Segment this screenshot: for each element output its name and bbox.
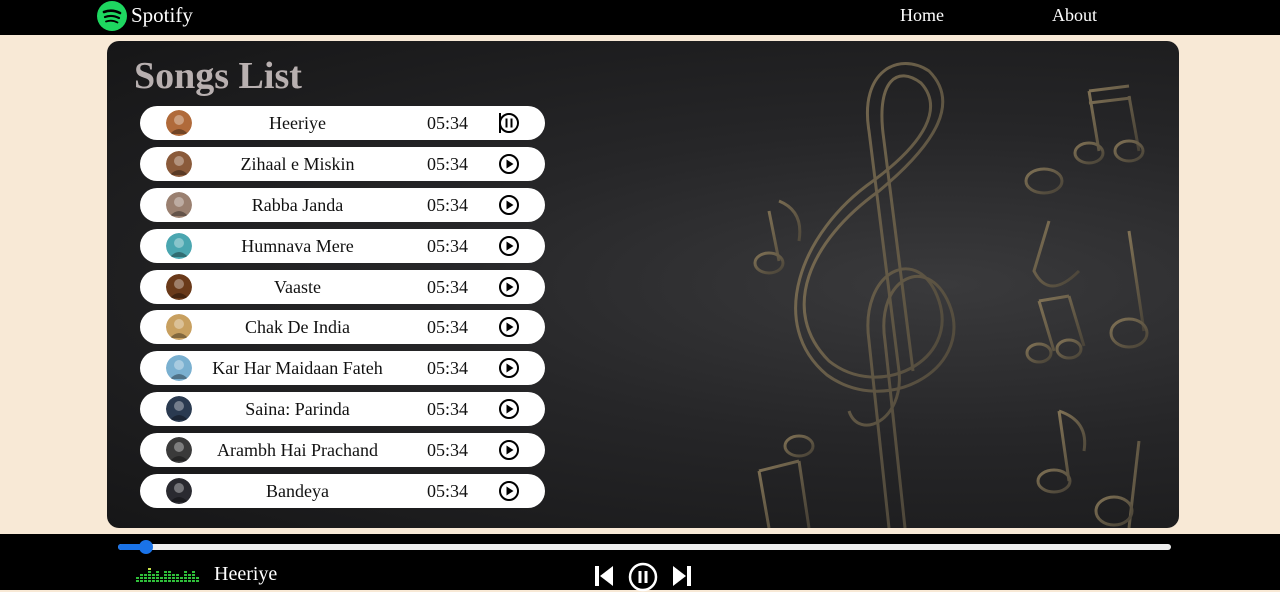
song-cover-image xyxy=(166,191,192,218)
song-duration: 05:34 xyxy=(427,399,469,420)
song-item[interactable]: Heeriye 05:34 xyxy=(140,106,545,140)
song-name: Heeriye xyxy=(269,113,326,133)
song-name: Vaaste xyxy=(274,276,321,297)
logo[interactable]: Spotify xyxy=(97,0,193,31)
song-name: Arambh Hai Prachand xyxy=(217,440,378,461)
song-cover-image xyxy=(166,232,192,259)
song-play-icon[interactable] xyxy=(498,316,520,338)
brand-name: Spotify xyxy=(131,3,193,27)
song-name: Chak De India xyxy=(245,317,350,338)
song-cover-image xyxy=(166,150,192,177)
songs-container: Songs List Heeriye 05:34 Zihaal e Miskin 05… xyxy=(107,41,1179,528)
song-name: Bandeya xyxy=(266,481,329,502)
song-name: Kar Har Maidaan Fateh xyxy=(212,358,383,379)
spotify-logo-icon xyxy=(97,0,127,31)
previous-icon[interactable] xyxy=(594,564,614,588)
song-duration: 05:34 xyxy=(427,317,469,338)
song-cover-image xyxy=(166,437,192,464)
song-play-icon[interactable] xyxy=(498,276,520,298)
song-cover-image xyxy=(166,314,192,341)
song-duration: 05:34 xyxy=(427,276,469,297)
song-cover-image xyxy=(166,478,192,505)
song-name: Saina: Parinda xyxy=(245,399,350,420)
song-item[interactable]: Chak De India 05:34 xyxy=(140,310,545,345)
pause-icon[interactable] xyxy=(628,562,658,592)
progress-thumb[interactable] xyxy=(139,540,154,554)
song-item[interactable]: Rabba Janda 05:34 xyxy=(140,187,545,222)
song-duration: 05:34 xyxy=(427,481,469,502)
player-bar: Heeriye xyxy=(0,534,1280,592)
song-cover-image xyxy=(166,273,192,300)
nav-home-link[interactable]: Home xyxy=(900,5,944,26)
navbar: Spotify Home About xyxy=(0,0,1280,35)
song-duration: 05:34 xyxy=(427,235,469,256)
song-play-icon[interactable] xyxy=(498,439,520,461)
music-notes-background xyxy=(753,62,1149,528)
progress-bar[interactable] xyxy=(118,540,1171,554)
song-item[interactable]: Zihaal e Miskin 05:34 xyxy=(140,146,545,181)
songs-list-title: Songs List xyxy=(134,55,302,97)
song-item[interactable]: Arambh Hai Prachand 05:34 xyxy=(140,433,545,468)
song-list: Heeriye 05:34 Zihaal e Miskin 05:34 Rabba Ja… xyxy=(140,106,545,515)
song-cover-image xyxy=(166,396,192,423)
song-cover-image xyxy=(166,355,192,382)
song-name: Rabba Janda xyxy=(251,194,344,215)
song-duration: 05:34 xyxy=(427,194,469,215)
now-playing-title: Heeriye xyxy=(214,563,278,585)
song-item[interactable]: Humnava Mere 05:34 xyxy=(140,228,545,263)
song-play-icon[interactable] xyxy=(498,357,520,379)
song-item[interactable]: Kar Har Maidaan Fateh 05:34 xyxy=(140,351,545,386)
song-play-icon[interactable] xyxy=(498,153,520,175)
song-item[interactable]: Bandeya 05:34 xyxy=(140,474,545,509)
song-play-icon[interactable] xyxy=(498,194,520,216)
song-item[interactable]: Saina: Parinda 05:34 xyxy=(140,392,545,427)
song-cover-image xyxy=(166,110,192,136)
song-play-icon[interactable] xyxy=(498,398,520,420)
song-item[interactable]: Vaaste 05:34 xyxy=(140,269,545,304)
next-icon[interactable] xyxy=(672,564,692,588)
song-name: Zihaal e Miskin xyxy=(240,153,355,174)
equalizer-icon xyxy=(136,568,199,582)
song-duration: 05:34 xyxy=(427,113,469,133)
nav-about-link[interactable]: About xyxy=(1052,5,1097,26)
song-play-icon[interactable] xyxy=(498,235,520,257)
song-play-icon[interactable] xyxy=(498,480,520,502)
song-duration: 05:34 xyxy=(427,153,469,174)
song-name: Humnava Mere xyxy=(241,235,354,256)
song-duration: 05:34 xyxy=(427,440,469,461)
song-duration: 05:34 xyxy=(427,358,469,379)
song-pause-icon[interactable] xyxy=(498,112,520,134)
